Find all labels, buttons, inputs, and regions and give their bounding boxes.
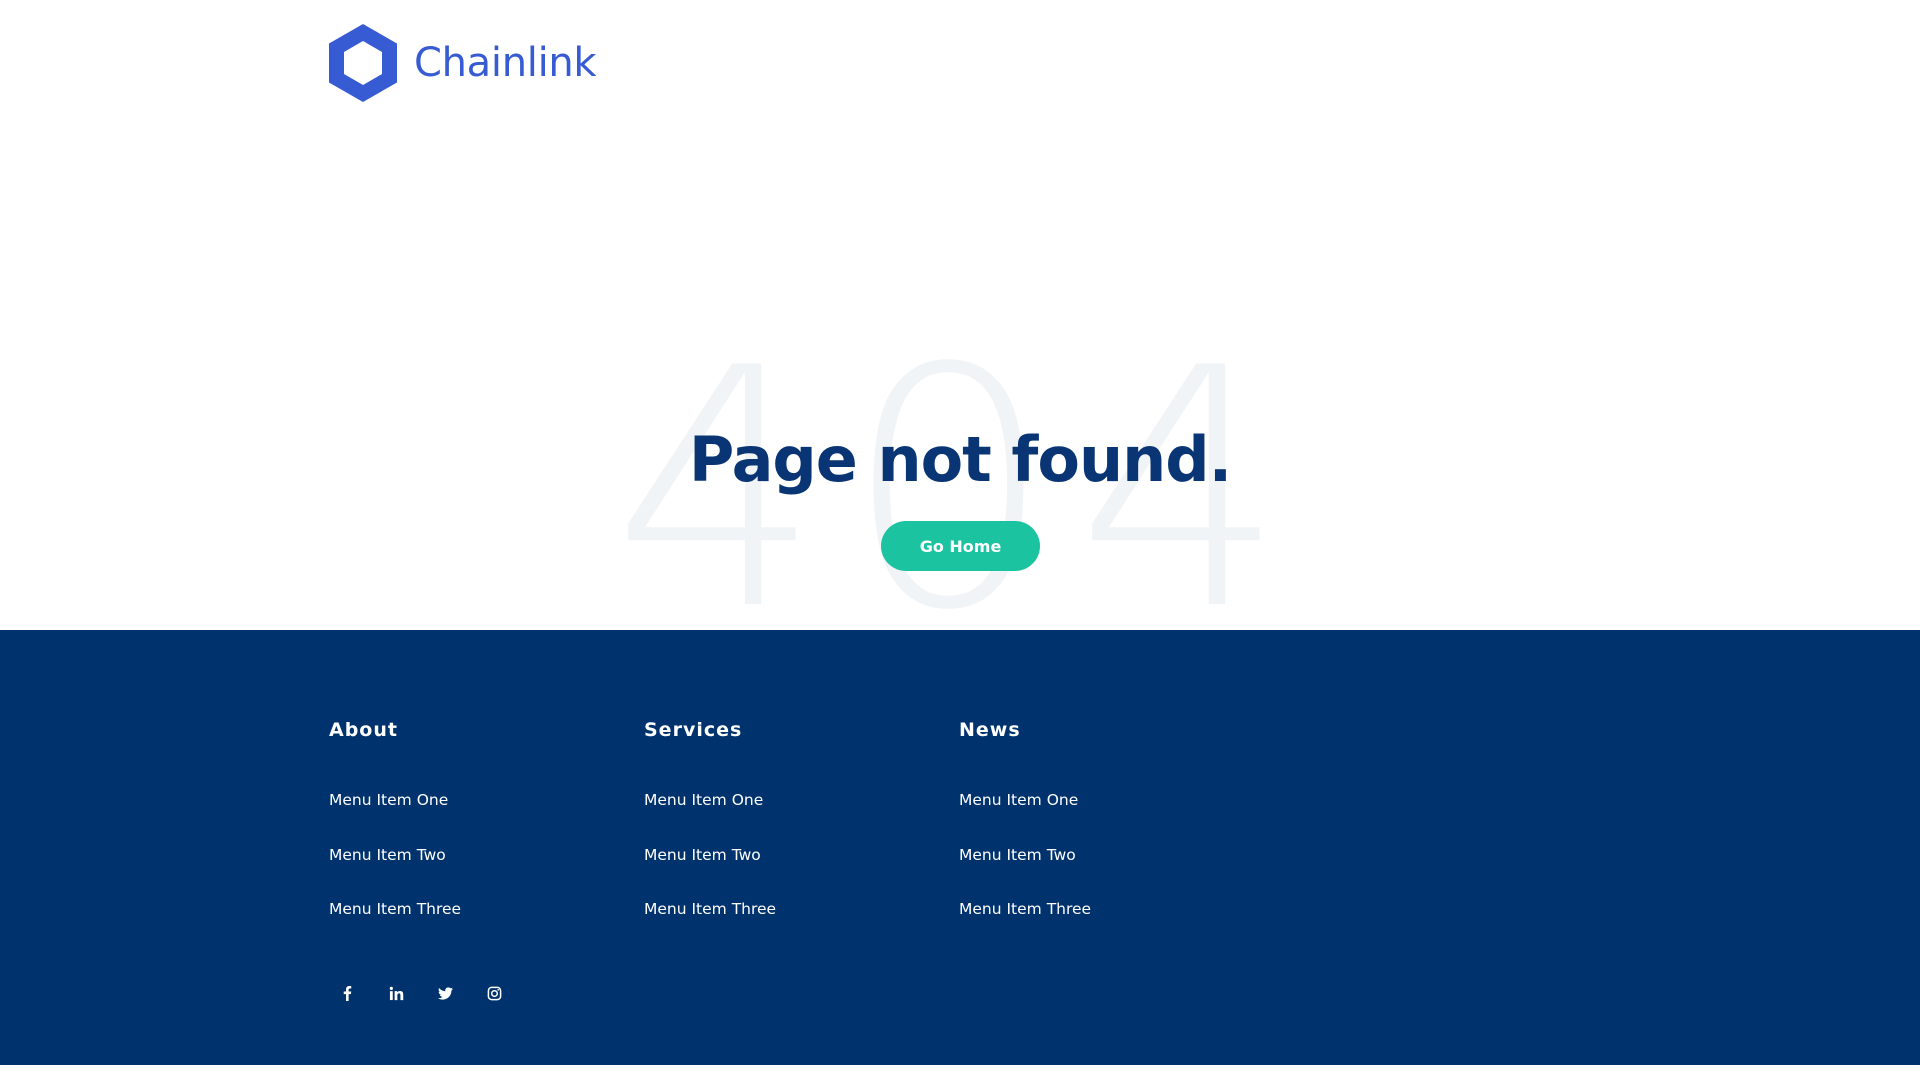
site-header: Chainlink — [0, 0, 1920, 125]
list-item: Menu Item Three — [329, 895, 461, 950]
instagram-link[interactable] — [476, 975, 513, 1012]
footer-heading-services: Services — [644, 719, 743, 741]
list-item: Menu Item Three — [959, 895, 1091, 950]
footer-link[interactable]: Menu Item One — [644, 791, 763, 809]
footer-link[interactable]: Menu Item One — [329, 791, 448, 809]
footer-link[interactable]: Menu Item Two — [329, 846, 446, 864]
footer-heading-news: News — [959, 719, 1021, 741]
list-item: Menu Item One — [959, 786, 1091, 841]
hexagon-logo-icon — [329, 24, 397, 102]
social-links — [329, 975, 525, 1012]
twitter-link[interactable] — [427, 975, 464, 1012]
list-item: Menu Item One — [644, 786, 776, 841]
chainlink-logo[interactable]: Chainlink — [329, 24, 597, 102]
twitter-icon — [438, 987, 453, 1000]
page-bottom-edge — [0, 1065, 1920, 1080]
footer-menu-services: Menu Item One Menu Item Two Menu Item Th… — [644, 786, 776, 950]
footer-link[interactable]: Menu Item Two — [959, 846, 1076, 864]
go-home-button[interactable]: Go Home — [881, 521, 1040, 571]
list-item: Menu Item Two — [329, 841, 461, 896]
footer-link[interactable]: Menu Item One — [959, 791, 1078, 809]
linkedin-link[interactable] — [378, 975, 415, 1012]
footer-link[interactable]: Menu Item Three — [644, 900, 776, 918]
footer-menu-about: Menu Item One Menu Item Two Menu Item Th… — [329, 786, 461, 950]
site-footer: About Menu Item One Menu Item Two Menu I… — [0, 630, 1920, 1065]
list-item: Menu Item Three — [644, 895, 776, 950]
linkedin-icon — [389, 986, 404, 1001]
page-title: Page not found. — [688, 423, 1232, 496]
footer-link[interactable]: Menu Item Three — [959, 900, 1091, 918]
facebook-icon — [343, 986, 352, 1001]
footer-link[interactable]: Menu Item Two — [644, 846, 761, 864]
footer-menu-news: Menu Item One Menu Item Two Menu Item Th… — [959, 786, 1091, 950]
facebook-link[interactable] — [329, 975, 366, 1012]
list-item: Menu Item One — [329, 786, 461, 841]
list-item: Menu Item Two — [644, 841, 776, 896]
list-item: Menu Item Two — [959, 841, 1091, 896]
logo-wordmark: Chainlink — [414, 40, 597, 86]
not-found-section: 404 Page not found. Go Home — [0, 125, 1920, 655]
footer-link[interactable]: Menu Item Three — [329, 900, 461, 918]
instagram-icon — [487, 986, 502, 1001]
footer-heading-about: About — [329, 719, 398, 741]
